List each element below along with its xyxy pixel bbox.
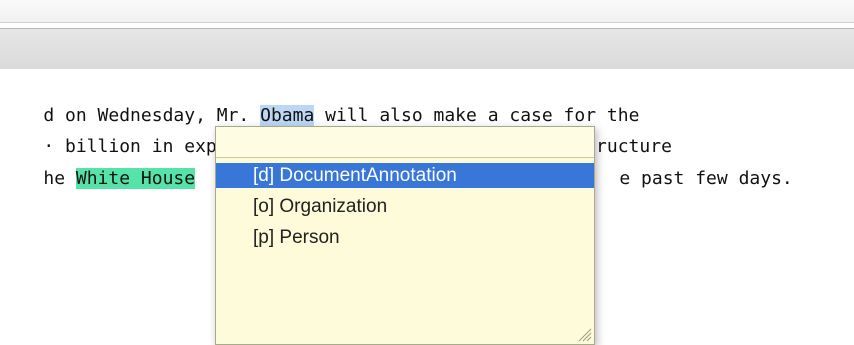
option-document-annotation[interactable]: [d] DocumentAnnotation — [216, 163, 594, 188]
text-line-1: d on Wednesday, Mr. Obama will also make… — [0, 80, 639, 126]
text-line-3-tail: e past few days. — [576, 143, 792, 189]
option-person[interactable]: [p] Person — [216, 225, 594, 250]
annotation-type-filter-input[interactable] — [216, 127, 594, 158]
title-bar-strip — [0, 0, 854, 23]
text-line-3-before: he — [43, 168, 76, 189]
text-line-3-tail-text: e past few days. — [619, 168, 793, 189]
option-organization[interactable]: [o] Organization — [216, 194, 594, 219]
resize-grip-icon[interactable] — [574, 324, 592, 342]
annotation-white-house[interactable]: White House — [75, 168, 196, 189]
text-line-3: he White House — [0, 143, 196, 189]
toolbar — [0, 28, 854, 70]
annotation-type-popup[interactable]: [d] DocumentAnnotation [o] Organization … — [215, 126, 595, 345]
